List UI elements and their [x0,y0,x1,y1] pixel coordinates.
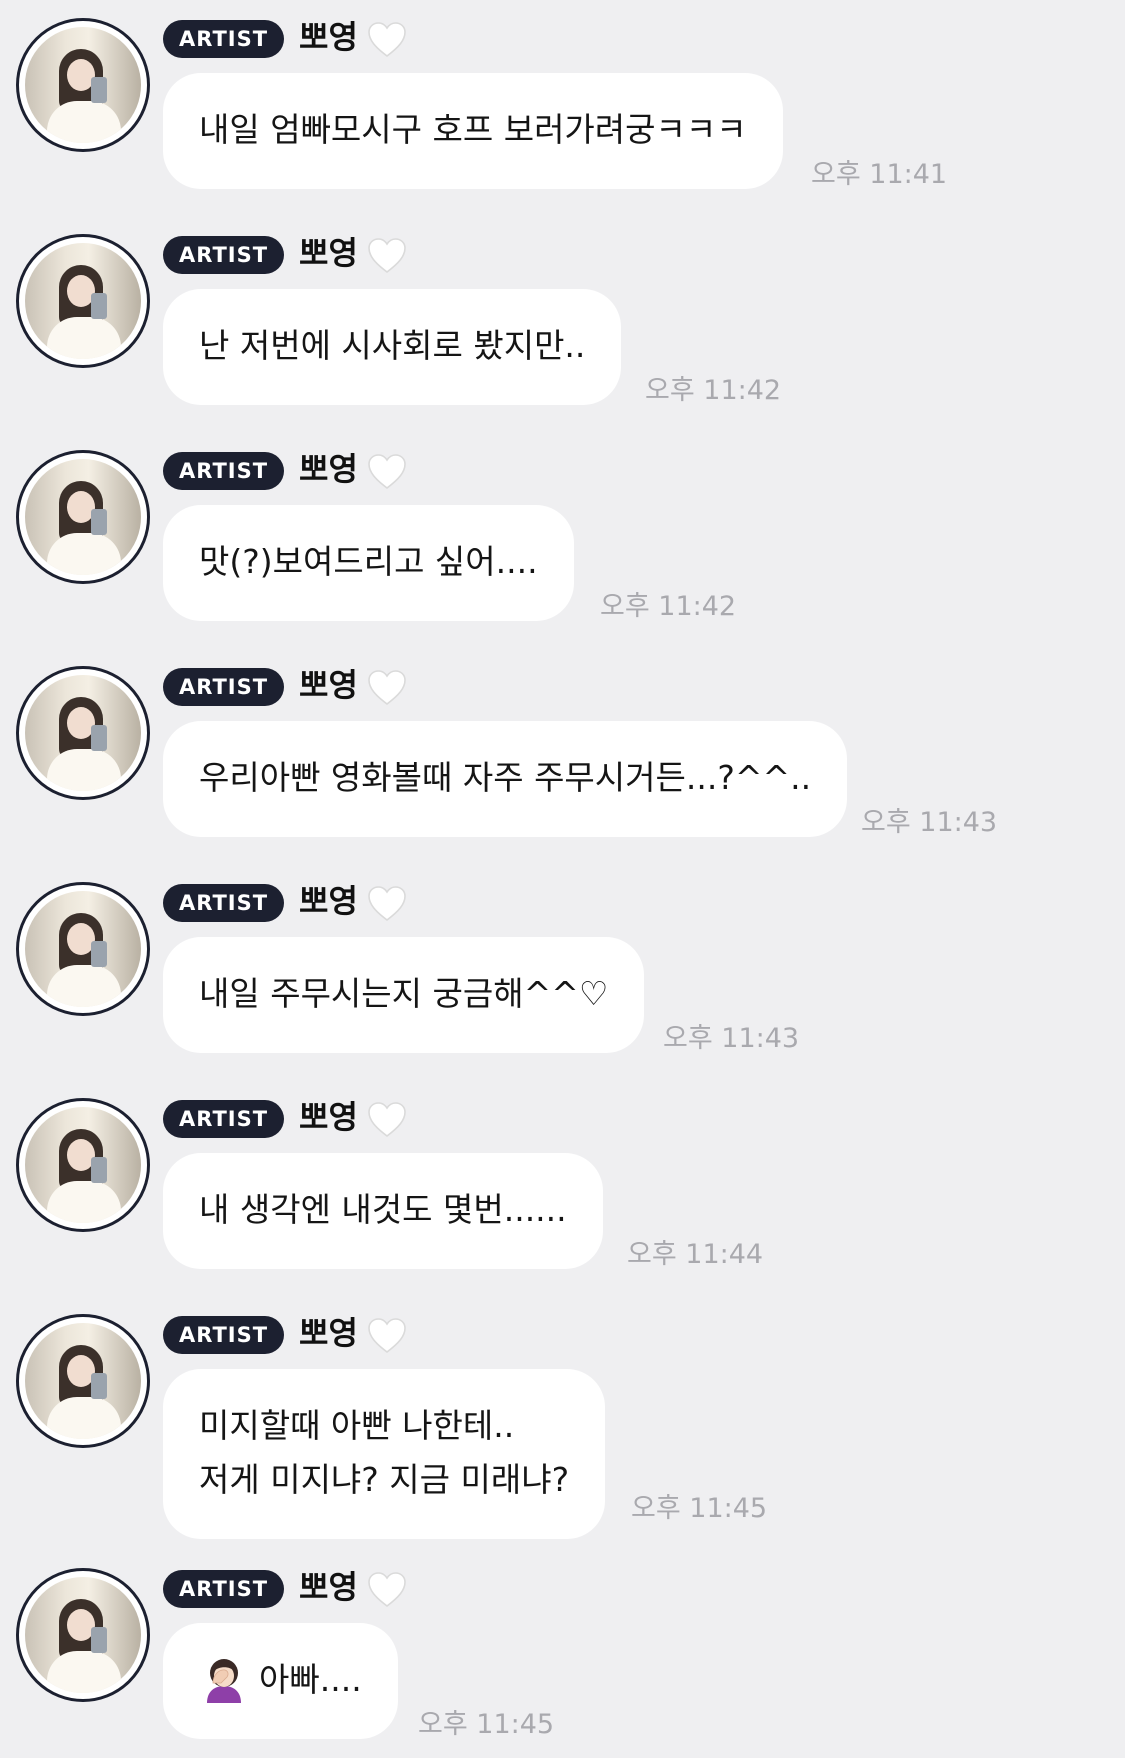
artist-badge: ARTIST [163,1100,285,1138]
artist-badge: ARTIST [163,20,285,58]
white-heart-icon [368,1572,406,1608]
message-bubble: 아빠.... [163,1623,398,1739]
message-time: 오후 11:44 [627,1239,764,1270]
white-heart-icon [368,886,406,922]
avatar[interactable] [16,882,150,1016]
message-time: 오후 11:45 [418,1709,555,1740]
white-heart-icon [368,1102,406,1138]
white-heart-icon [368,454,406,490]
sender-name: 뽀영 [299,234,358,272]
avatar[interactable] [16,18,150,152]
message-time: 오후 11:45 [631,1493,768,1524]
message-time: 오후 11:42 [645,375,782,406]
sender-name: 뽀영 [299,1098,358,1136]
message-time: 오후 11:43 [861,807,998,838]
white-heart-icon [368,670,406,706]
message-text: 아빠.... [259,1660,362,1699]
artist-badge: ARTIST [163,452,285,490]
artist-badge: ARTIST [163,1316,285,1354]
message-bubble: 미지할때 아빤 나한테.. 저게 미지냐? 지금 미래냐? [163,1369,606,1539]
sender-name: 뽀영 [299,666,358,704]
message-bubble: 내일 주무시는지 궁금해^^♡ [163,937,645,1053]
facepalm-woman-emoji-icon [207,1658,241,1703]
avatar[interactable] [16,1098,150,1232]
message-bubble: 난 저번에 시사회로 봤지만.. [163,289,622,405]
sender-name: 뽀영 [299,1314,358,1352]
artist-badge: ARTIST [163,884,285,922]
message-time: 오후 11:43 [663,1023,800,1054]
avatar[interactable] [16,1314,150,1448]
white-heart-icon [368,22,406,58]
sender-name: 뽀영 [299,1568,358,1606]
sender-name: 뽀영 [299,18,358,56]
sender-name: 뽀영 [299,450,358,488]
artist-badge: ARTIST [163,236,285,274]
message-bubble: 맛(?)보여드리고 싶어.... [163,505,574,621]
avatar[interactable] [16,666,150,800]
message-bubble: 우리아빤 영화볼때 자주 주무시거든...?^^.. [163,721,848,837]
message-time: 오후 11:42 [600,591,737,622]
artist-badge: ARTIST [163,668,285,706]
message-bubble: 내 생각엔 내것도 몇번...... [163,1153,603,1269]
avatar[interactable] [16,1568,150,1702]
message-time: 오후 11:41 [811,159,948,190]
avatar[interactable] [16,234,150,368]
avatar[interactable] [16,450,150,584]
message-bubble: 내일 엄빠모시구 호프 보러가려궁ㅋㅋㅋ [163,73,783,189]
white-heart-icon [368,238,406,274]
artist-badge: ARTIST [163,1570,285,1608]
sender-name: 뽀영 [299,882,358,920]
white-heart-icon [368,1318,406,1354]
